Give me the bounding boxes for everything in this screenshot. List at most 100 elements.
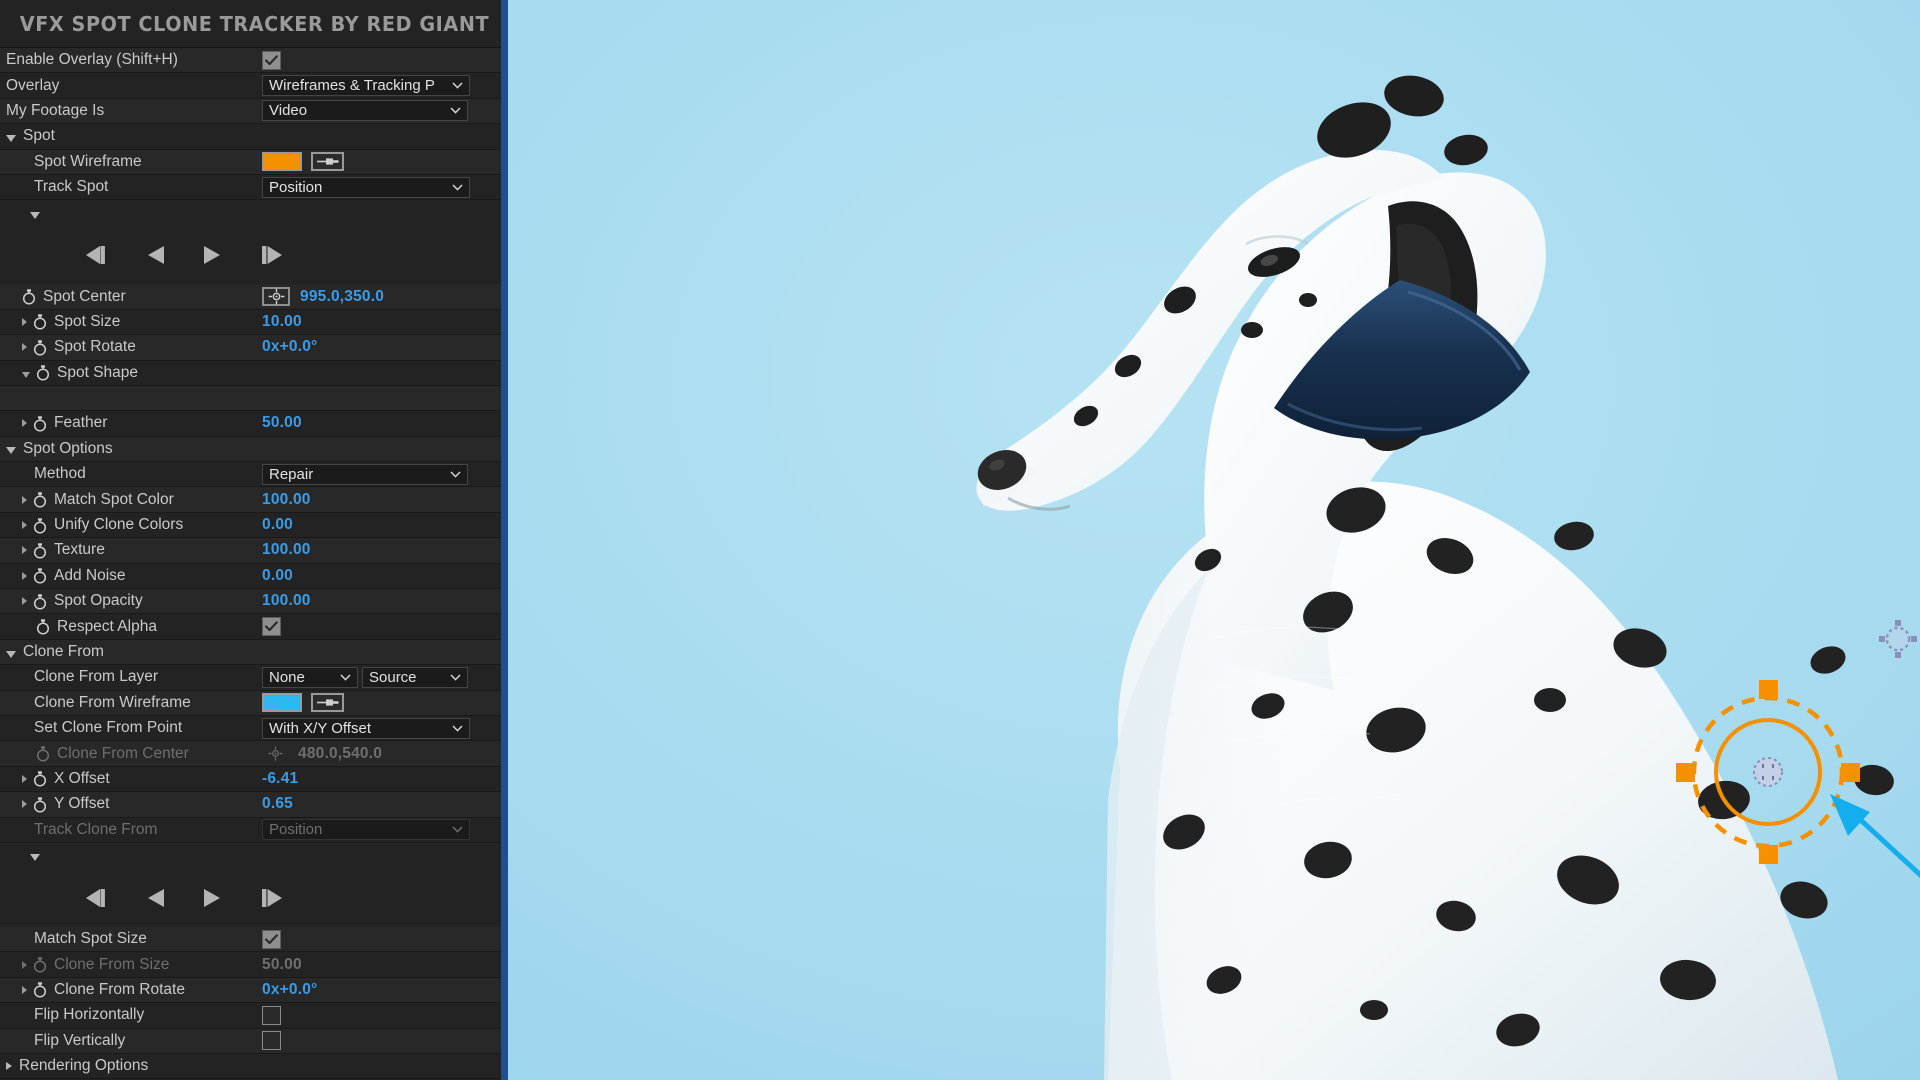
enable-overlay-checkbox[interactable] [262, 50, 281, 70]
spot-center-value[interactable]: 995.0,350.0 [300, 288, 384, 306]
twirl-open-icon[interactable] [22, 371, 30, 378]
row-spot-shape[interactable]: Spot Shape [0, 360, 508, 386]
row-enable-overlay[interactable]: Enable Overlay (Shift+H) [0, 48, 508, 74]
stopwatch-icon[interactable] [33, 796, 47, 813]
row-method[interactable]: Method Repair [0, 462, 508, 488]
x-offset-value[interactable]: -6.41 [262, 770, 298, 788]
twirl-closed-icon[interactable] [22, 597, 27, 606]
twirl-open-icon[interactable] [6, 134, 16, 142]
stopwatch-icon[interactable] [33, 415, 47, 432]
row-clone-from-layer[interactable]: Clone From Layer None Source [0, 665, 508, 691]
twirl-closed-icon[interactable] [22, 546, 27, 555]
stopwatch-icon[interactable] [36, 364, 50, 381]
row-overlay[interactable]: Overlay Wireframes & Tracking P [0, 73, 508, 99]
track-spot-dropdown[interactable]: Position [262, 176, 470, 198]
match-spot-size-checkbox[interactable] [262, 929, 281, 949]
flip-vertically-checkbox[interactable] [262, 1031, 281, 1051]
twirl-closed-icon[interactable] [22, 521, 27, 530]
row-clone-track-twirl[interactable] [0, 842, 508, 869]
twirl-closed-icon[interactable] [22, 571, 27, 580]
twirl-closed-icon[interactable] [22, 495, 27, 504]
spot-wireframe-color-swatch[interactable] [262, 152, 302, 172]
stopwatch-icon[interactable] [33, 770, 47, 788]
row-y-offset[interactable]: Y Offset 0.65 [0, 792, 508, 818]
overlay-dropdown[interactable]: Wireframes & Tracking P [262, 75, 470, 97]
clone-track-backward-button[interactable] [142, 886, 168, 910]
flip-horizontally-checkbox[interactable] [262, 1005, 281, 1025]
twirl-closed-icon[interactable] [22, 800, 27, 809]
stopwatch-icon[interactable] [33, 517, 47, 534]
twirl-open-icon[interactable] [6, 650, 16, 658]
twirl-closed-icon[interactable] [22, 774, 27, 783]
row-clone-from-rotate[interactable]: Clone From Rotate 0x+0.0° [0, 977, 508, 1004]
respect-alpha-checkbox[interactable] [262, 617, 281, 637]
twirl-closed-icon[interactable] [22, 985, 27, 994]
twirl-closed-icon[interactable] [22, 419, 27, 428]
method-dropdown[interactable]: Repair [262, 463, 468, 485]
row-flip-vertically[interactable]: Flip Vertically [0, 1028, 508, 1054]
row-unify-clone-colors[interactable]: Unify Clone Colors 0.00 [0, 512, 508, 539]
twirl-closed-icon[interactable] [22, 317, 27, 326]
clone-from-wireframe-color-swatch[interactable] [262, 693, 302, 713]
row-spot-opacity[interactable]: Spot Opacity 100.00 [0, 589, 508, 615]
row-respect-alpha[interactable]: Respect Alpha [0, 614, 508, 640]
row-my-footage-is[interactable]: My Footage Is Video [0, 98, 508, 125]
track-backward-one-frame-button[interactable] [78, 243, 110, 267]
row-clone-from-wireframe[interactable]: Clone From Wireframe [0, 690, 508, 716]
match-spot-color-value[interactable]: 100.00 [262, 491, 311, 509]
stopwatch-icon[interactable] [33, 313, 47, 330]
clone-from-rotate-value[interactable]: 0x+0.0° [262, 981, 317, 999]
twirl-open-icon[interactable] [30, 211, 40, 219]
row-add-noise[interactable]: Add Noise 0.00 [0, 563, 508, 590]
row-flip-horizontally[interactable]: Flip Horizontally [0, 1003, 508, 1029]
stopwatch-icon[interactable] [36, 618, 50, 635]
spot-opacity-value[interactable]: 100.00 [262, 592, 311, 610]
stopwatch-icon[interactable] [33, 491, 47, 508]
stopwatch-icon[interactable] [22, 288, 36, 305]
add-noise-value[interactable]: 0.00 [262, 567, 293, 585]
clone-track-backward-one-frame-button[interactable] [78, 886, 110, 910]
y-offset-value[interactable]: 0.65 [262, 795, 293, 813]
stopwatch-icon[interactable] [33, 542, 47, 559]
feather-value[interactable]: 50.00 [262, 414, 302, 432]
row-texture[interactable]: Texture 100.00 [0, 538, 508, 564]
composition-viewer[interactable] [508, 0, 1920, 1080]
row-match-spot-size[interactable]: Match Spot Size [0, 926, 508, 953]
track-forward-one-frame-button[interactable] [258, 243, 290, 267]
row-spot-size[interactable]: Spot Size 10.00 [0, 309, 508, 336]
row-match-spot-color[interactable]: Match Spot Color 100.00 [0, 487, 508, 513]
unify-clone-colors-value[interactable]: 0.00 [262, 516, 293, 534]
stopwatch-icon[interactable] [33, 593, 47, 610]
row-spot-rotate[interactable]: Spot Rotate 0x+0.0° [0, 335, 508, 361]
spot-size-value[interactable]: 10.00 [262, 313, 302, 331]
clone-track-forward-button[interactable] [200, 886, 226, 910]
panel-resize-handle[interactable] [501, 0, 508, 1080]
spot-center-picker-icon[interactable] [262, 287, 290, 307]
stopwatch-icon[interactable] [33, 339, 47, 356]
twirl-open-icon[interactable] [6, 447, 16, 455]
clone-track-forward-one-frame-button[interactable] [258, 886, 290, 910]
twirl-open-icon[interactable] [30, 854, 40, 862]
my-footage-is-dropdown[interactable]: Video [262, 100, 468, 122]
row-x-offset[interactable]: X Offset -6.41 [0, 766, 508, 793]
stopwatch-icon[interactable] [33, 567, 47, 584]
track-forward-button[interactable] [200, 243, 226, 267]
row-spot-wireframe[interactable]: Spot Wireframe [0, 149, 508, 175]
group-spot-options[interactable]: Spot Options [0, 436, 508, 463]
track-backward-button[interactable] [142, 243, 168, 267]
row-set-clone-from-point[interactable]: Set Clone From Point With X/Y Offset [0, 715, 508, 742]
clone-from-layer-dropdown[interactable]: None [262, 666, 358, 688]
row-track-spot[interactable]: Track Spot Position [0, 174, 508, 201]
clone-from-source-dropdown[interactable]: Source [362, 666, 468, 688]
stopwatch-icon[interactable] [33, 981, 47, 998]
spot-rotate-value[interactable]: 0x+0.0° [262, 338, 317, 356]
texture-value[interactable]: 100.00 [262, 541, 311, 559]
twirl-closed-icon[interactable] [6, 1062, 12, 1071]
eyedropper-icon[interactable] [311, 152, 344, 172]
group-spot[interactable]: Spot [0, 124, 508, 150]
twirl-closed-icon[interactable] [22, 343, 27, 352]
eyedropper-icon[interactable] [311, 693, 344, 713]
set-clone-from-point-dropdown[interactable]: With X/Y Offset [262, 717, 470, 739]
row-spot-track-twirl[interactable] [0, 200, 508, 227]
row-spot-center[interactable]: Spot Center 995.0,350.0 [0, 284, 508, 310]
